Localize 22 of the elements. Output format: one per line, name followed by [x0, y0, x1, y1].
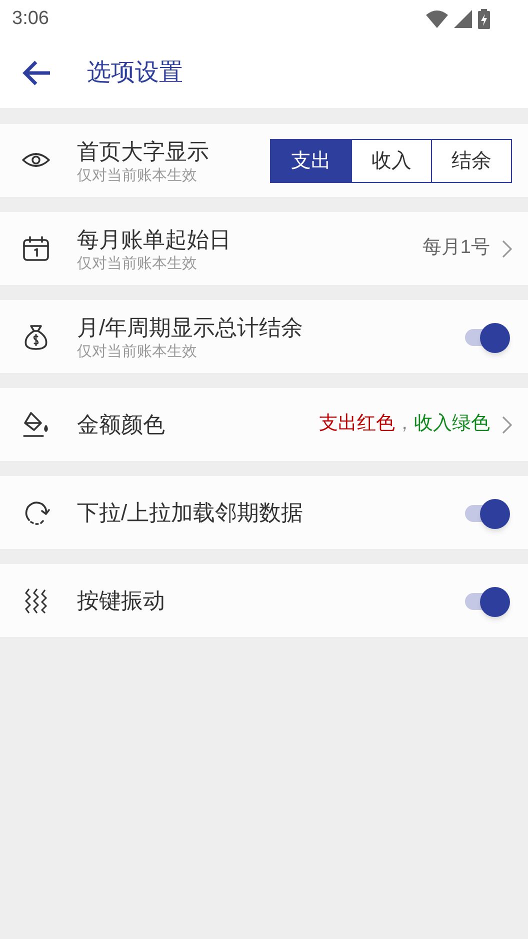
setting-subtitle: 仅对当前账本生效 — [77, 342, 198, 360]
color-setting-text: ， — [395, 412, 414, 436]
signal-icon — [454, 10, 472, 28]
segment-tab[interactable]: 支出 — [271, 140, 351, 182]
status-time: 3:06 — [12, 6, 49, 31]
setting-value: 每月1号 — [422, 236, 490, 260]
setting-title: 每月账单起始日 — [77, 226, 232, 254]
wifi-icon — [426, 10, 448, 28]
setting-title: 下拉/上拉加载邻期数据 — [77, 498, 304, 526]
battery-icon — [478, 9, 490, 29]
setting-title: 首页大字显示 — [77, 138, 210, 166]
setting-title: 金额颜色 — [77, 410, 166, 438]
setting-subtitle: 仅对当前账本生效 — [77, 254, 198, 272]
color-setting-text: 收入绿色 — [414, 412, 490, 436]
chevron-icon — [502, 240, 512, 258]
setting-title: 按键振动 — [77, 586, 166, 614]
calendar-icon — [20, 234, 52, 264]
chevron-icon — [502, 416, 512, 434]
color-setting-text: 支出红色 — [319, 412, 395, 436]
setting-subtitle: 仅对当前账本生效 — [77, 166, 198, 184]
setting-title: 月/年周期显示总计结余 — [77, 314, 304, 342]
page-title: 选项设置 — [87, 58, 183, 88]
